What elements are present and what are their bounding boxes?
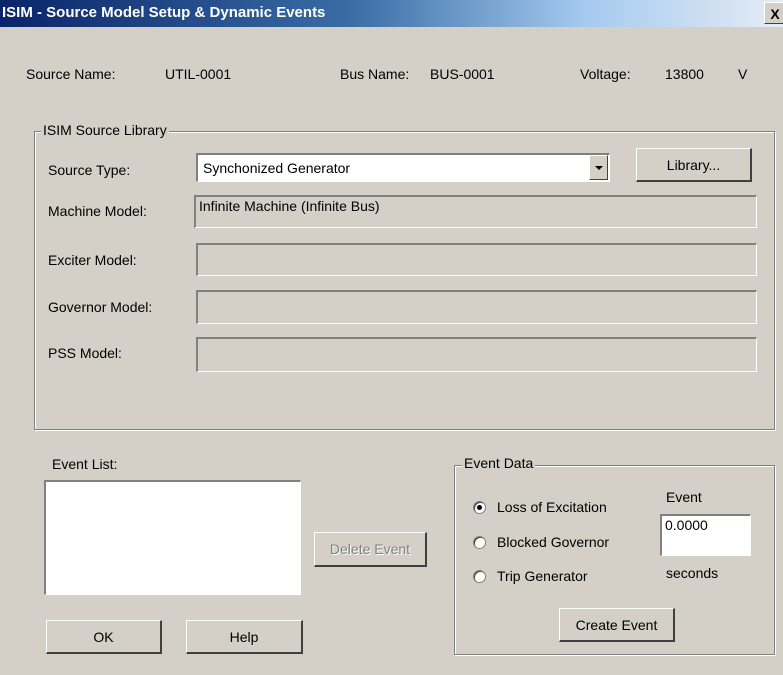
voltage-label: Voltage: [580,66,631,82]
machine-model-value: Infinite Machine (Infinite Bus) [199,198,380,214]
event-list-label: Event List: [52,456,118,472]
governor-model-label: Governor Model: [48,299,153,315]
help-button[interactable]: Help [186,620,303,654]
chevron-down-icon[interactable] [589,155,608,180]
bus-name-value: BUS-0001 [430,66,495,82]
bus-name-label: Bus Name: [340,66,410,82]
event-data-legend: Event Data [462,455,536,471]
pss-model-field [196,337,757,372]
exciter-model-label: Exciter Model: [48,252,137,268]
event-time-label: Event [666,489,702,505]
window-title: ISIM - Source Model Setup & Dynamic Even… [2,4,326,21]
event-time-input[interactable]: 0.0000 [660,514,751,556]
source-type-value: Synchonized Generator [203,160,351,176]
ok-button[interactable]: OK [46,620,162,654]
trip-generator-label[interactable]: Trip Generator [497,568,588,584]
governor-model-field [196,290,757,324]
source-name-label: Source Name: [26,66,116,82]
voltage-unit: V [738,66,748,82]
close-icon[interactable]: X [764,2,783,24]
radio-trip-generator[interactable] [473,570,486,583]
source-library-legend: ISIM Source Library [41,122,169,138]
machine-model-label: Machine Model: [48,203,147,219]
library-button[interactable]: Library... [636,148,752,182]
delete-event-button[interactable]: Delete Event [314,532,427,567]
machine-model-field: Infinite Machine (Infinite Bus) [194,195,757,228]
exciter-model-field [196,243,757,276]
radio-blocked-governor[interactable] [473,536,486,549]
source-type-dropdown[interactable]: Synchonized Generator [196,153,610,182]
source-name-value: UTIL-0001 [165,66,232,82]
blocked-governor-label[interactable]: Blocked Governor [497,534,609,550]
voltage-value: 13800 [665,66,704,82]
source-type-label: Source Type: [48,162,131,178]
pss-model-label: PSS Model: [48,345,122,361]
create-event-button[interactable]: Create Event [559,608,675,642]
loss-of-excitation-label[interactable]: Loss of Excitation [497,499,607,515]
event-list[interactable] [44,480,301,595]
radio-loss-of-excitation[interactable] [473,501,486,514]
seconds-label: seconds [666,565,719,581]
